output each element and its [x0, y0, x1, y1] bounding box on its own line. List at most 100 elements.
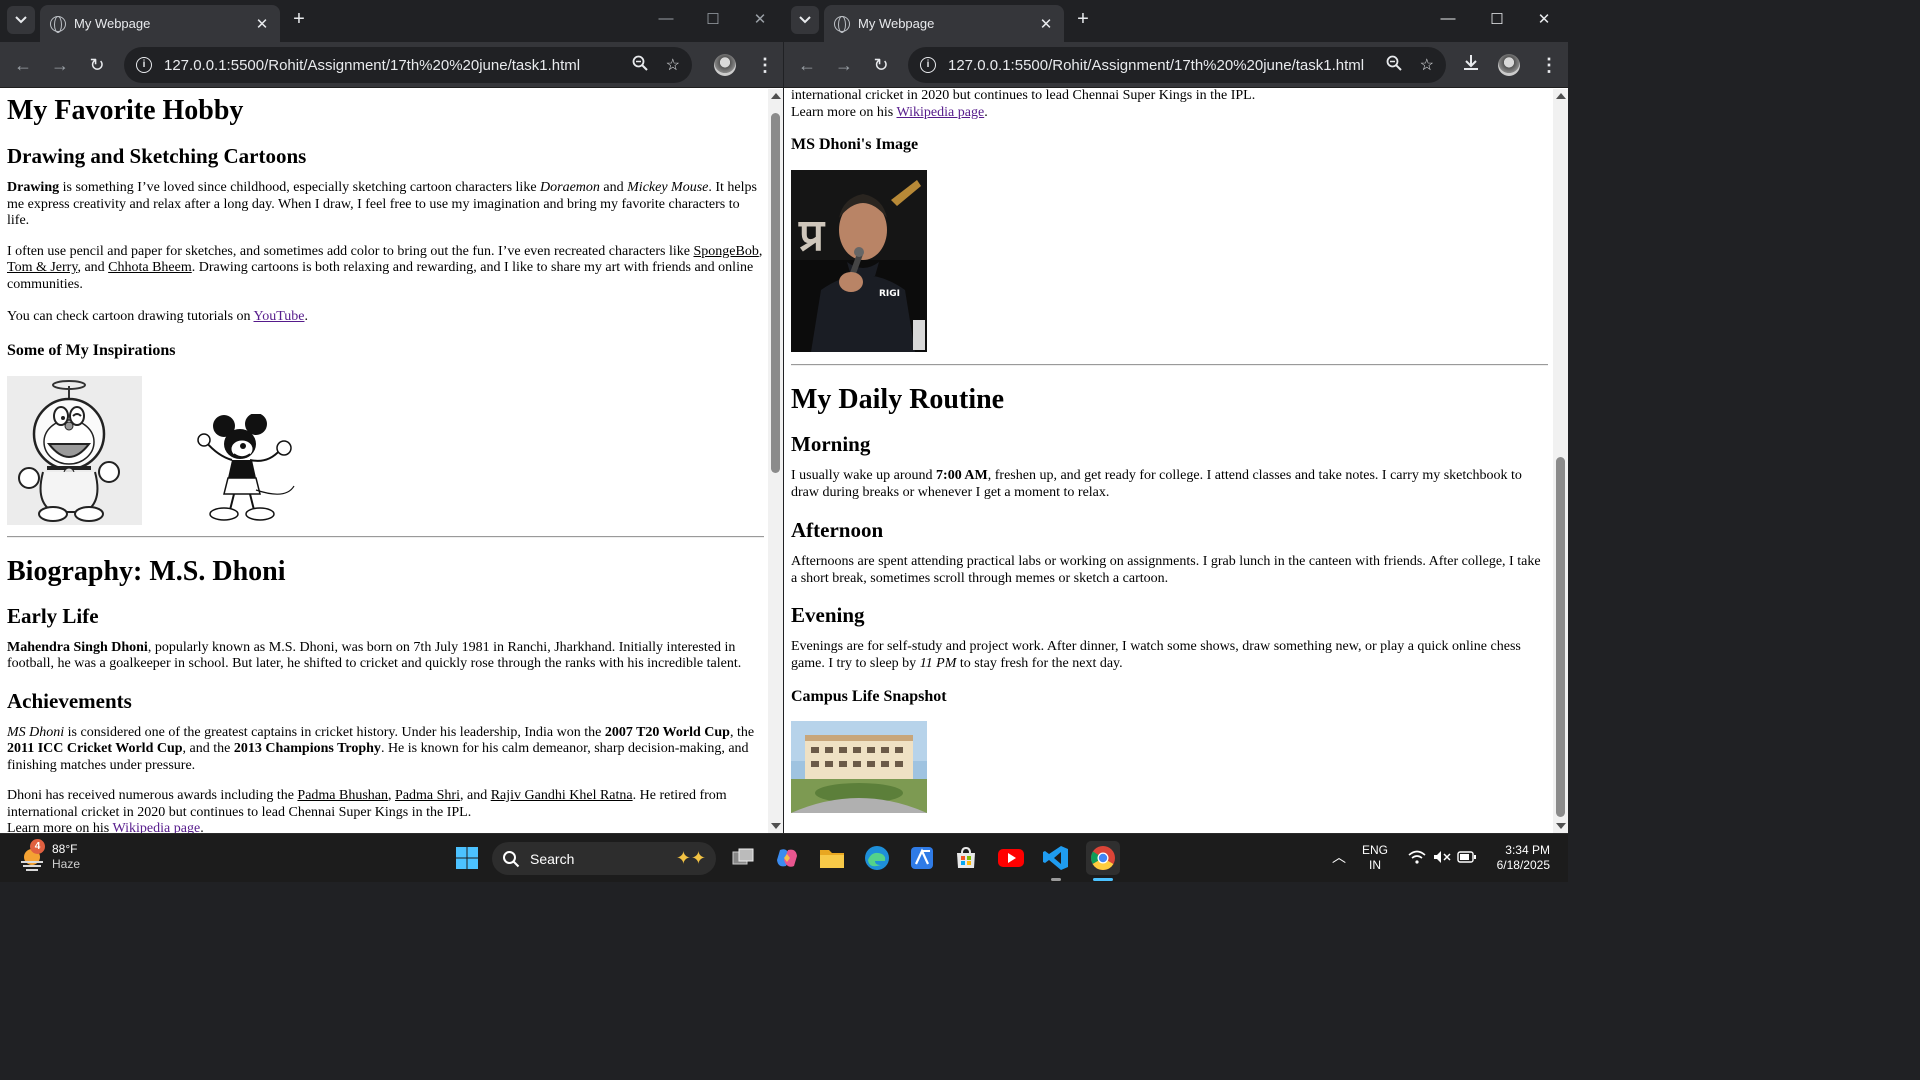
- close-icon[interactable]: ✕: [1038, 15, 1054, 33]
- paragraph-achievements: MS Dhoni is considered one of the greate…: [7, 724, 755, 773]
- inspirations-images: [7, 375, 764, 526]
- link-padma-shri[interactable]: Padma Shri: [395, 788, 460, 803]
- app-icon[interactable]: [908, 844, 936, 872]
- shirt-logo-text: RIGI: [879, 289, 900, 299]
- zoom-icon[interactable]: [632, 55, 648, 76]
- page-viewport: international cricket in 2020 but contin…: [784, 89, 1553, 833]
- browser-tab[interactable]: My Webpage ✕: [824, 5, 1064, 42]
- scroll-up-icon[interactable]: [1556, 93, 1566, 99]
- section-heading-evening: Evening: [791, 603, 865, 627]
- time: 3:34 PM: [1505, 843, 1550, 857]
- divider: [791, 364, 1548, 366]
- address-bar[interactable]: i 127.0.0.1:5500/Rohit/Assignment/17th%2…: [124, 47, 692, 83]
- chrome-icon[interactable]: [1086, 841, 1120, 875]
- battery-icon[interactable]: [1457, 851, 1477, 867]
- search-label: Search: [530, 850, 575, 867]
- language-indicator[interactable]: ENG IN: [1362, 843, 1388, 873]
- menu-icon[interactable]: ⋮: [756, 54, 774, 76]
- plus-icon[interactable]: +: [1072, 8, 1094, 30]
- tab-list-icon[interactable]: [7, 6, 35, 34]
- clock[interactable]: 3:34 PM 6/18/2025: [1488, 843, 1550, 873]
- link-wikipedia[interactable]: Wikipedia page: [897, 105, 985, 120]
- back-icon[interactable]: ←: [796, 54, 818, 76]
- address-bar[interactable]: i 127.0.0.1:5500/Rohit/Assignment/17th%2…: [908, 47, 1446, 83]
- wifi-icon[interactable]: [1408, 850, 1426, 868]
- temperature: 88°F: [52, 842, 78, 856]
- link-wikipedia[interactable]: Wikipedia page: [113, 821, 201, 833]
- star-icon[interactable]: ☆: [666, 55, 680, 75]
- scroll-up-icon[interactable]: [771, 93, 781, 99]
- forward-icon[interactable]: →: [833, 54, 855, 76]
- close-icon[interactable]: ✕: [254, 15, 270, 33]
- info-icon[interactable]: i: [136, 57, 152, 73]
- page-title: My Favorite Hobby: [7, 95, 244, 126]
- file-explorer-icon[interactable]: [818, 844, 846, 872]
- info-icon[interactable]: i: [920, 57, 936, 73]
- globe-icon: [834, 15, 850, 33]
- weather-condition: Haze: [52, 857, 81, 871]
- scrollbar[interactable]: [1553, 89, 1568, 833]
- minimize-icon[interactable]: —: [656, 10, 676, 27]
- date: 6/18/2025: [1496, 858, 1550, 872]
- browser-tab[interactable]: My Webpage ✕: [40, 5, 280, 42]
- forward-icon[interactable]: →: [49, 54, 71, 76]
- store-icon[interactable]: [952, 844, 980, 872]
- back-icon[interactable]: ←: [12, 54, 34, 76]
- tab-list-icon[interactable]: [791, 6, 819, 34]
- chevron-up-icon[interactable]: ︿: [1332, 850, 1346, 865]
- download-icon[interactable]: [1460, 53, 1482, 76]
- link-spongebob[interactable]: SpongeBob: [694, 244, 759, 259]
- avatar[interactable]: [714, 54, 736, 76]
- section-heading-drawing: Drawing and Sketching Cartoons: [7, 144, 307, 168]
- doraemon-image: [7, 375, 142, 525]
- minimize-icon[interactable]: —: [1438, 10, 1458, 27]
- menu-icon[interactable]: ⋮: [1540, 54, 1558, 76]
- close-window-icon[interactable]: ✕: [1534, 10, 1554, 28]
- plus-icon[interactable]: +: [288, 8, 310, 30]
- scroll-down-icon[interactable]: [1556, 823, 1566, 829]
- url-text[interactable]: 127.0.0.1:5500/Rohit/Assignment/17th%20%…: [948, 57, 1368, 74]
- link-tom-jerry[interactable]: Tom & Jerry: [7, 260, 77, 275]
- copilot-icon[interactable]: [773, 844, 801, 872]
- windows-start-icon[interactable]: [453, 844, 481, 872]
- reload-icon[interactable]: ↻: [86, 54, 108, 76]
- edge-icon[interactable]: [863, 844, 891, 872]
- reload-icon[interactable]: ↻: [870, 54, 892, 76]
- volume-muted-icon[interactable]: [1433, 850, 1451, 868]
- section-heading-early-life: Early Life: [7, 603, 99, 628]
- campus-image: [791, 721, 927, 813]
- scrollbar[interactable]: [768, 89, 783, 833]
- zoom-icon[interactable]: [1386, 55, 1402, 76]
- scroll-thumb[interactable]: [1556, 457, 1565, 817]
- paragraph-afternoon: Afternoons are spent attending practical…: [791, 554, 1541, 586]
- avatar[interactable]: [1498, 54, 1520, 76]
- dhoni-image-heading: MS Dhoni's Image: [791, 136, 919, 153]
- scroll-thumb[interactable]: [771, 113, 780, 473]
- vscode-icon[interactable]: [1042, 844, 1070, 872]
- paragraph-awards-tail: international cricket in 2020 but contin…: [791, 89, 1256, 120]
- globe-icon: [50, 15, 66, 33]
- youtube-icon[interactable]: [997, 844, 1025, 872]
- close-window-icon[interactable]: ✕: [750, 10, 770, 28]
- star-icon[interactable]: ☆: [1420, 55, 1434, 75]
- scroll-down-icon[interactable]: [771, 823, 781, 829]
- url-text[interactable]: 127.0.0.1:5500/Rohit/Assignment/17th%20%…: [164, 57, 614, 74]
- maximize-icon[interactable]: ☐: [1487, 10, 1507, 28]
- link-padma-bhushan[interactable]: Padma Bhushan: [297, 788, 388, 803]
- maximize-icon[interactable]: ☐: [703, 10, 723, 28]
- section-heading-achievements: Achievements: [7, 688, 132, 713]
- page-viewport: My Favorite Hobby Drawing and Sketching …: [0, 89, 768, 833]
- running-indicator: [1051, 878, 1061, 881]
- search-icon: [503, 850, 520, 867]
- weather-widget[interactable]: 4: [18, 839, 46, 872]
- divider: [7, 535, 764, 538]
- weather-text[interactable]: 88°F Haze: [52, 842, 80, 872]
- link-chhota-bheem[interactable]: Chhota Bheem: [108, 260, 192, 275]
- taskbar-search[interactable]: Search ✦✦: [492, 842, 716, 875]
- search-highlight-icon: ✦✦: [675, 848, 706, 868]
- task-view-icon[interactable]: [729, 844, 757, 872]
- link-khel-ratna[interactable]: Rajiv Gandhi Khel Ratna: [491, 788, 633, 803]
- ms-dhoni-image: प्र RIGI: [791, 170, 927, 352]
- link-youtube[interactable]: YouTube: [254, 309, 305, 324]
- page-content: My Favorite Hobby Drawing and Sketching …: [7, 95, 764, 833]
